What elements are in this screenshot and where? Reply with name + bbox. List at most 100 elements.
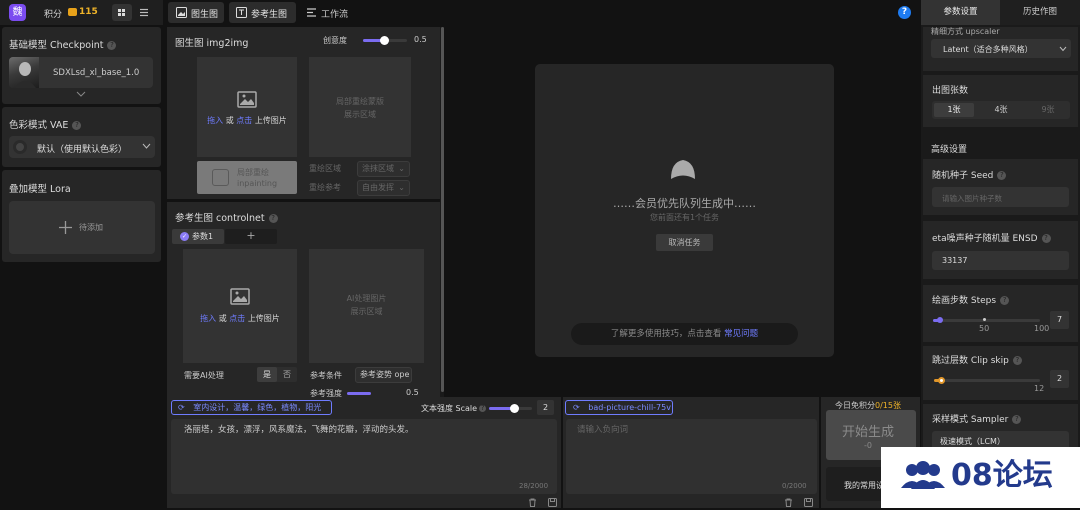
help-icon[interactable]: ? (997, 171, 1007, 180)
redraw-ref-label: 重绘参考 (309, 183, 341, 192)
vae-panel: 色彩模式 VAE? 默认（使用默认色彩） (2, 107, 161, 167)
chevron-down-icon[interactable] (76, 91, 86, 101)
strength-label: 参考强度 (310, 389, 342, 397)
seed-input[interactable]: 请输入图片种子数 (932, 187, 1069, 207)
grid-view-icon[interactable] (112, 4, 132, 21)
help-icon[interactable]: ? (1041, 234, 1051, 243)
count-option-9[interactable]: 9张 (1028, 103, 1068, 117)
count-option-4[interactable]: 4张 (981, 103, 1021, 117)
tab-workflow[interactable]: 工作流 (302, 2, 358, 23)
controlnet-upload-area[interactable]: 拖入 或 点击 上传图片 (183, 249, 297, 363)
chevron-down-icon (1059, 45, 1067, 55)
vae-value: 默认（使用默认色彩） (37, 145, 128, 155)
ensd-input[interactable]: 33137 (932, 251, 1069, 270)
redraw-region-select[interactable]: 涂抹区域 ⌄ (357, 161, 410, 177)
upscaler-select[interactable]: Latent（适合多种风格） (931, 39, 1071, 58)
preview-area: ……会员优先队列生成中…… 您前面还有1个任务 取消任务 了解更多使用技巧，点击… (446, 27, 920, 397)
chevron-down-icon: ⌄ (398, 183, 405, 192)
redraw-ref-select[interactable]: 自由发挥 ⌄ (357, 180, 410, 196)
yes-option[interactable]: 是 (257, 367, 277, 382)
img2img-title: 图生图 img2img (175, 38, 249, 49)
no-option[interactable]: 否 (277, 367, 297, 382)
faq-link[interactable]: 常见问题 (724, 329, 758, 339)
help-icon[interactable]: ? (479, 405, 487, 412)
count-option-1[interactable]: 1张 (934, 103, 974, 117)
cancel-task-button[interactable]: 取消任务 (656, 234, 713, 251)
negative-tag[interactable]: ⟳ bad-picture-chill-75v (565, 400, 673, 415)
queue-ahead: 您前面还有1个任务 (649, 213, 720, 222)
tips-bar[interactable]: 了解更多使用技巧，点击查看 常见问题 (571, 323, 798, 345)
save-icon[interactable] (804, 498, 813, 510)
list-view-icon[interactable] (135, 4, 153, 21)
negative-input[interactable]: 请输入负向词 0/2000 (566, 419, 817, 494)
vae-select[interactable]: 默认（使用默认色彩） (9, 136, 155, 158)
app-logo[interactable]: 魏 (9, 4, 26, 21)
steps-value[interactable]: 7 (1050, 311, 1069, 329)
clip-skip-slider-handle[interactable] (938, 377, 945, 384)
lora-add-label: 待添加 (79, 223, 103, 232)
upscaler-value: Latent（适合多种风格） (943, 45, 1033, 54)
redraw-region-value: 涂抹区域 (362, 164, 394, 173)
tab-params[interactable]: 参数设置 (921, 0, 1000, 25)
drag-link[interactable]: 拖入 (207, 116, 223, 125)
help-icon[interactable]: ? (1012, 415, 1022, 424)
upload-label: 上传图片 (247, 314, 280, 323)
help-icon[interactable]: ? (72, 121, 82, 130)
save-icon[interactable] (548, 498, 557, 510)
chevron-down-icon (142, 143, 151, 153)
click-link[interactable]: 点击 (229, 314, 245, 323)
trash-icon[interactable] (784, 498, 793, 510)
creativity-slider-handle[interactable] (380, 36, 389, 45)
mask-display-area: 局部重绘蒙版 展示区域 (309, 57, 411, 157)
checkpoint-title: 基础模型 Checkpoint? (9, 37, 117, 51)
steps-slider-handle[interactable] (937, 317, 943, 323)
tips-text: 了解更多使用技巧，点击查看 (610, 329, 722, 339)
upload-or: 或 (218, 314, 227, 323)
lora-add-button[interactable]: 待添加 (9, 201, 155, 254)
seed-title: 随机种子 Seed? (932, 168, 1007, 181)
my-common-label: 我的常用设 (844, 481, 884, 490)
drag-link[interactable]: 拖入 (200, 314, 216, 323)
controlnet-tab-1[interactable]: ✓ 参数1 (172, 229, 224, 244)
chevron-down-icon: ⌄ (398, 164, 405, 173)
scale-value[interactable]: 2 (537, 400, 554, 415)
clip-skip-panel: 跳过层数 Clip skip? 12 2 (923, 346, 1078, 400)
negative-placeholder: 请输入负向词 (577, 425, 629, 435)
prompt-input[interactable]: 洛丽塔，女孩，漂浮，风系魔法，飞舞的花瓣，浮动的头发。 28/2000 (171, 419, 557, 494)
clip-skip-value[interactable]: 2 (1050, 370, 1069, 388)
tab-history[interactable]: 历史作图 (1000, 0, 1080, 25)
upload-area[interactable]: 拖入 或 点击 上传图片 (197, 57, 297, 157)
tab-reference[interactable]: 参考生图 (229, 2, 296, 23)
checkpoint-selector[interactable]: SDXLsd_xl_base_1.0 (9, 57, 153, 88)
condition-select[interactable]: 参考姿势 ope (355, 367, 412, 383)
strength-value: 0.5 (406, 388, 419, 397)
scale-slider-handle[interactable] (510, 404, 519, 413)
sampler-title: 采样模式 Sampler? (932, 412, 1022, 425)
negative-count: 0/2000 (782, 482, 807, 490)
help-icon[interactable]: ? (1012, 356, 1022, 365)
help-icon[interactable]: ? (898, 6, 911, 19)
strength-slider[interactable] (347, 392, 371, 395)
controlnet-add-tab[interactable]: + (225, 229, 277, 244)
checkpoint-panel: 基础模型 Checkpoint? SDXLsd_xl_base_1.0 (2, 27, 161, 104)
clip-skip-slider[interactable] (934, 379, 1040, 382)
upload-or: 或 (225, 116, 234, 125)
help-icon[interactable]: ? (268, 214, 278, 223)
checkpoint-name: SDXLsd_xl_base_1.0 (53, 68, 140, 78)
help-icon[interactable]: ? (1000, 296, 1010, 305)
steps-title: 绘画步数 Steps? (932, 293, 1010, 306)
image-count-options: 1张 4张 9张 (932, 101, 1070, 119)
seed-placeholder: 请输入图片种子数 (942, 194, 1002, 203)
prompt-tag[interactable]: ⟳ 室内设计，温馨，绿色，植物，阳光 (171, 400, 332, 415)
steps-slider[interactable] (933, 319, 1040, 322)
upscaler-label: 精细方式 upscaler (931, 27, 1000, 36)
creativity-value: 0.5 (414, 35, 427, 44)
tab-img2img[interactable]: 图生图 (168, 2, 224, 23)
trash-icon[interactable] (528, 498, 537, 510)
clip-skip-title: 跳过层数 Clip skip? (932, 353, 1022, 366)
upload-text: 拖入 或 点击 上传图片 (197, 115, 297, 126)
click-link[interactable]: 点击 (236, 116, 252, 125)
help-icon[interactable]: ? (107, 41, 117, 50)
scrollbar[interactable] (440, 27, 444, 397)
inpaint-button[interactable]: 局部重绘 inpainting (197, 161, 297, 194)
